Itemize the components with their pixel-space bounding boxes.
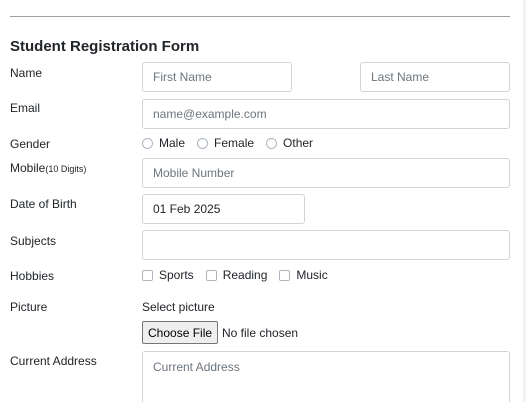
address-textarea[interactable]: Current Address	[142, 351, 510, 402]
radio-icon[interactable]	[266, 137, 278, 149]
gender-options: Male Female Other	[142, 136, 325, 150]
checkbox-icon[interactable]	[142, 269, 153, 281]
registration-page: Student Registration Form Name First Nam…	[0, 0, 526, 402]
hobbies-label: Hobbies	[10, 269, 55, 283]
dob-value: 01 Feb 2025	[153, 202, 221, 216]
email-input[interactable]: name@example.com	[142, 99, 510, 129]
header-divider	[10, 16, 510, 17]
hobby-options: Sports Reading Music	[142, 268, 340, 282]
name-label: Name	[10, 66, 43, 80]
address-placeholder: Current Address	[153, 360, 240, 374]
checkbox-icon[interactable]	[205, 269, 217, 281]
subjects-label: Subjects	[10, 234, 57, 248]
last-name-placeholder: Last Name	[371, 70, 430, 84]
hobby-option-sports[interactable]: Sports	[142, 268, 194, 282]
last-name-input[interactable]: Last Name	[360, 62, 510, 92]
dob-input[interactable]: 01 Feb 2025	[142, 194, 305, 224]
first-name-placeholder: First Name	[153, 70, 212, 84]
radio-icon[interactable]	[197, 137, 209, 149]
subjects-input[interactable]	[142, 230, 510, 260]
gender-option-male[interactable]: Male	[142, 136, 185, 150]
checkbox-icon[interactable]	[279, 269, 291, 281]
select-picture-label: Select picture	[142, 300, 215, 314]
choose-file-button[interactable]: Choose File	[142, 321, 219, 344]
mobile-input[interactable]: Mobile Number	[142, 158, 510, 188]
picture-label: Picture	[10, 300, 48, 314]
mobile-placeholder: Mobile Number	[153, 166, 235, 180]
address-label: Current Address	[10, 354, 97, 368]
email-label: Email	[10, 101, 41, 115]
gender-option-other[interactable]: Other	[266, 136, 313, 150]
dob-label: Date of Birth	[10, 197, 77, 211]
radio-icon[interactable]	[142, 137, 153, 149]
file-status-text: No file chosen	[222, 326, 299, 340]
first-name-input[interactable]: First Name	[142, 62, 292, 92]
gender-option-female[interactable]: Female	[197, 136, 254, 150]
hobby-option-reading[interactable]: Reading	[205, 268, 267, 282]
email-placeholder: name@example.com	[153, 107, 267, 121]
mobile-hint: (10 Digits)	[45, 164, 87, 174]
form-title: Student Registration Form	[10, 38, 200, 55]
gender-label: Gender	[10, 137, 51, 151]
mobile-label: Mobile(10 Digits)	[10, 161, 87, 175]
hobby-option-music[interactable]: Music	[279, 268, 328, 282]
